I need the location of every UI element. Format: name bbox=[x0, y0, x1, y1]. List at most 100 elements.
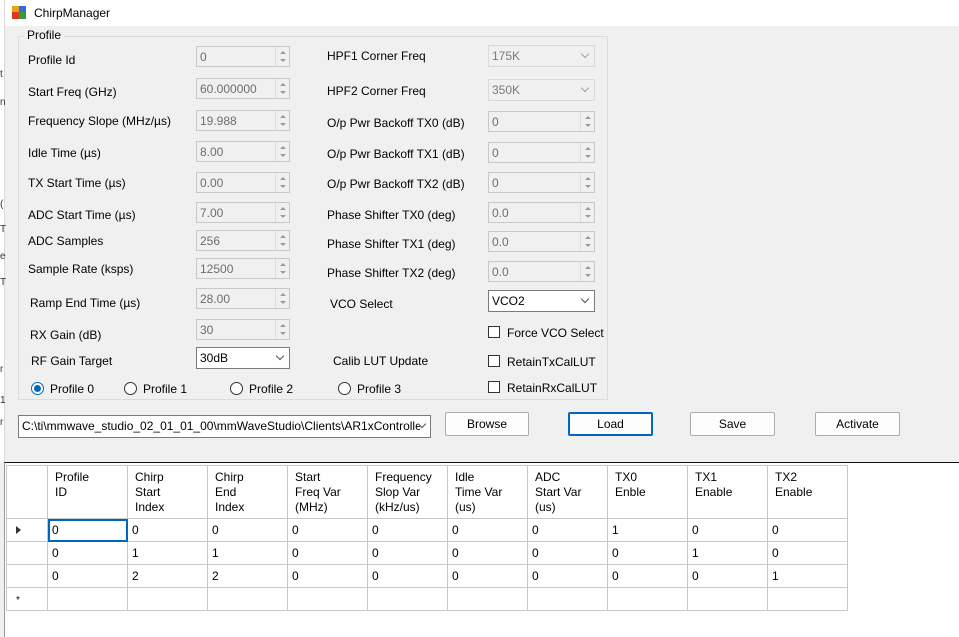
column-header-adc-start-var[interactable]: ADC Start Var (us) bbox=[527, 465, 608, 519]
table-cell[interactable]: 0 bbox=[367, 518, 448, 542]
phase-tx0-spinbox[interactable]: 0.0 bbox=[488, 202, 595, 223]
column-header-profile-id[interactable]: Profile ID bbox=[47, 465, 128, 519]
chirp-grid[interactable]: Profile ID Chirp Start Index Chirp End Index … bbox=[4, 462, 959, 637]
profile-3-radio[interactable] bbox=[338, 382, 351, 395]
activate-button[interactable]: Activate bbox=[815, 412, 900, 436]
spin-arrows-icon[interactable] bbox=[275, 259, 289, 278]
table-cell[interactable] bbox=[207, 587, 288, 611]
spin-arrows-icon[interactable] bbox=[580, 203, 594, 222]
row-header[interactable] bbox=[6, 518, 48, 542]
idle-time-spinbox[interactable]: 8.00 bbox=[196, 141, 290, 162]
table-cell[interactable] bbox=[127, 587, 208, 611]
spin-arrows-icon[interactable] bbox=[275, 231, 289, 250]
table-cell[interactable]: 0 bbox=[447, 518, 528, 542]
hpf2-dropdown[interactable]: 350K bbox=[488, 79, 595, 101]
table-cell[interactable] bbox=[527, 587, 608, 611]
profile-2-radio[interactable] bbox=[230, 382, 243, 395]
row-header[interactable] bbox=[6, 564, 48, 588]
start-freq-spinbox[interactable]: 60.000000 bbox=[196, 78, 290, 99]
table-cell[interactable]: 2 bbox=[207, 564, 288, 588]
table-cell[interactable]: 0 bbox=[207, 518, 288, 542]
vco-select-dropdown[interactable]: VCO2 bbox=[488, 290, 595, 312]
backoff-tx0-spinbox[interactable]: 0 bbox=[488, 111, 595, 132]
table-cell[interactable]: 1 bbox=[127, 541, 208, 565]
spin-arrows-icon[interactable] bbox=[580, 232, 594, 251]
column-header-tx0[interactable]: TX0 Enble bbox=[607, 465, 688, 519]
table-cell[interactable]: 1 bbox=[607, 518, 688, 542]
table-cell[interactable]: 0 bbox=[687, 518, 768, 542]
table-cell[interactable] bbox=[47, 587, 128, 611]
backoff-tx1-spinbox[interactable]: 0 bbox=[488, 142, 595, 163]
spin-arrows-icon[interactable] bbox=[580, 112, 594, 131]
ramp-end-time-spinbox[interactable]: 28.00 bbox=[196, 288, 290, 309]
rf-gain-target-dropdown[interactable]: 30dB bbox=[196, 347, 290, 369]
spin-arrows-icon[interactable] bbox=[275, 203, 289, 222]
retain-rx-checkbox[interactable] bbox=[488, 381, 500, 393]
adc-samples-spinbox[interactable]: 256 bbox=[196, 230, 290, 251]
column-header-tx2[interactable]: TX2 Enable bbox=[767, 465, 848, 519]
column-header-tx1[interactable]: TX1 Enable bbox=[687, 465, 768, 519]
spin-arrows-icon[interactable] bbox=[580, 173, 594, 192]
retain-tx-checkbox[interactable] bbox=[488, 355, 500, 367]
table-row[interactable]: 0 2 2 0 0 0 0 0 0 1 bbox=[6, 564, 848, 588]
adc-start-time-spinbox[interactable]: 7.00 bbox=[196, 202, 290, 223]
table-cell[interactable]: 1 bbox=[767, 564, 848, 588]
table-cell[interactable]: 0 bbox=[367, 564, 448, 588]
table-cell[interactable]: 0 bbox=[447, 564, 528, 588]
table-cell[interactable]: 1 bbox=[207, 541, 288, 565]
spin-arrows-icon[interactable] bbox=[275, 289, 289, 308]
table-row[interactable]: 0 1 1 0 0 0 0 0 1 0 bbox=[6, 541, 848, 565]
freq-slope-spinbox[interactable]: 19.988 bbox=[196, 110, 290, 131]
spin-arrows-icon[interactable] bbox=[275, 173, 289, 192]
file-path-dropdown[interactable]: C:\ti\mmwave_studio_02_01_01_00\mmWaveSt… bbox=[18, 415, 431, 438]
table-cell[interactable]: 0 bbox=[287, 541, 368, 565]
table-cell[interactable]: 0 bbox=[527, 518, 608, 542]
backoff-tx2-spinbox[interactable]: 0 bbox=[488, 172, 595, 193]
table-cell[interactable]: 1 bbox=[687, 541, 768, 565]
table-cell[interactable]: 0 bbox=[607, 541, 688, 565]
force-vco-label[interactable]: Force VCO Select bbox=[507, 326, 604, 340]
table-cell[interactable]: 0 bbox=[527, 564, 608, 588]
column-header-freq-slope-var[interactable]: Frequency Slop Var (kHz/us) bbox=[367, 465, 448, 519]
table-cell[interactable]: 0 bbox=[447, 541, 528, 565]
column-header-start-freq-var[interactable]: Start Freq Var (MHz) bbox=[287, 465, 368, 519]
table-cell[interactable] bbox=[447, 587, 528, 611]
spin-arrows-icon[interactable] bbox=[275, 111, 289, 130]
profile-id-spinbox[interactable]: 0 bbox=[196, 46, 290, 67]
spin-arrows-icon[interactable] bbox=[580, 143, 594, 162]
column-header-chirp-start[interactable]: Chirp Start Index bbox=[127, 465, 208, 519]
retain-rx-label[interactable]: RetainRxCalLUT bbox=[507, 381, 597, 395]
table-cell[interactable]: 0 bbox=[287, 564, 368, 588]
profile-1-label[interactable]: Profile 1 bbox=[143, 382, 187, 396]
column-header-chirp-end[interactable]: Chirp End Index bbox=[207, 465, 288, 519]
title-bar[interactable] bbox=[5, 0, 959, 26]
spin-arrows-icon[interactable] bbox=[275, 320, 289, 339]
phase-tx2-spinbox[interactable]: 0.0 bbox=[488, 261, 595, 282]
table-cell[interactable] bbox=[607, 587, 688, 611]
sample-rate-spinbox[interactable]: 12500 bbox=[196, 258, 290, 279]
browse-button[interactable]: Browse bbox=[445, 412, 529, 436]
table-cell[interactable]: 0 bbox=[367, 541, 448, 565]
row-header[interactable]: * bbox=[6, 587, 48, 611]
table-cell[interactable]: 0 bbox=[767, 541, 848, 565]
tx-start-time-spinbox[interactable]: 0.00 bbox=[196, 172, 290, 193]
table-cell[interactable] bbox=[687, 587, 768, 611]
load-button[interactable]: Load bbox=[568, 412, 653, 436]
spin-arrows-icon[interactable] bbox=[275, 142, 289, 161]
phase-tx1-spinbox[interactable]: 0.0 bbox=[488, 231, 595, 252]
table-cell[interactable] bbox=[767, 587, 848, 611]
table-row[interactable]: 0 0 0 0 0 0 0 1 0 0 bbox=[6, 518, 848, 542]
chirp-table[interactable]: Profile ID Chirp Start Index Chirp End Index … bbox=[6, 465, 848, 611]
profile-2-label[interactable]: Profile 2 bbox=[249, 382, 293, 396]
table-cell[interactable]: 0 bbox=[47, 518, 128, 542]
new-table-row[interactable]: * bbox=[6, 587, 848, 611]
table-cell[interactable]: 2 bbox=[127, 564, 208, 588]
profile-0-label[interactable]: Profile 0 bbox=[50, 382, 94, 396]
table-cell[interactable]: 0 bbox=[607, 564, 688, 588]
table-cell[interactable]: 0 bbox=[47, 541, 128, 565]
table-cell[interactable]: 0 bbox=[687, 564, 768, 588]
spin-arrows-icon[interactable] bbox=[275, 79, 289, 98]
rx-gain-spinbox[interactable]: 30 bbox=[196, 319, 290, 340]
table-cell[interactable]: 0 bbox=[47, 564, 128, 588]
force-vco-checkbox[interactable] bbox=[488, 326, 500, 338]
